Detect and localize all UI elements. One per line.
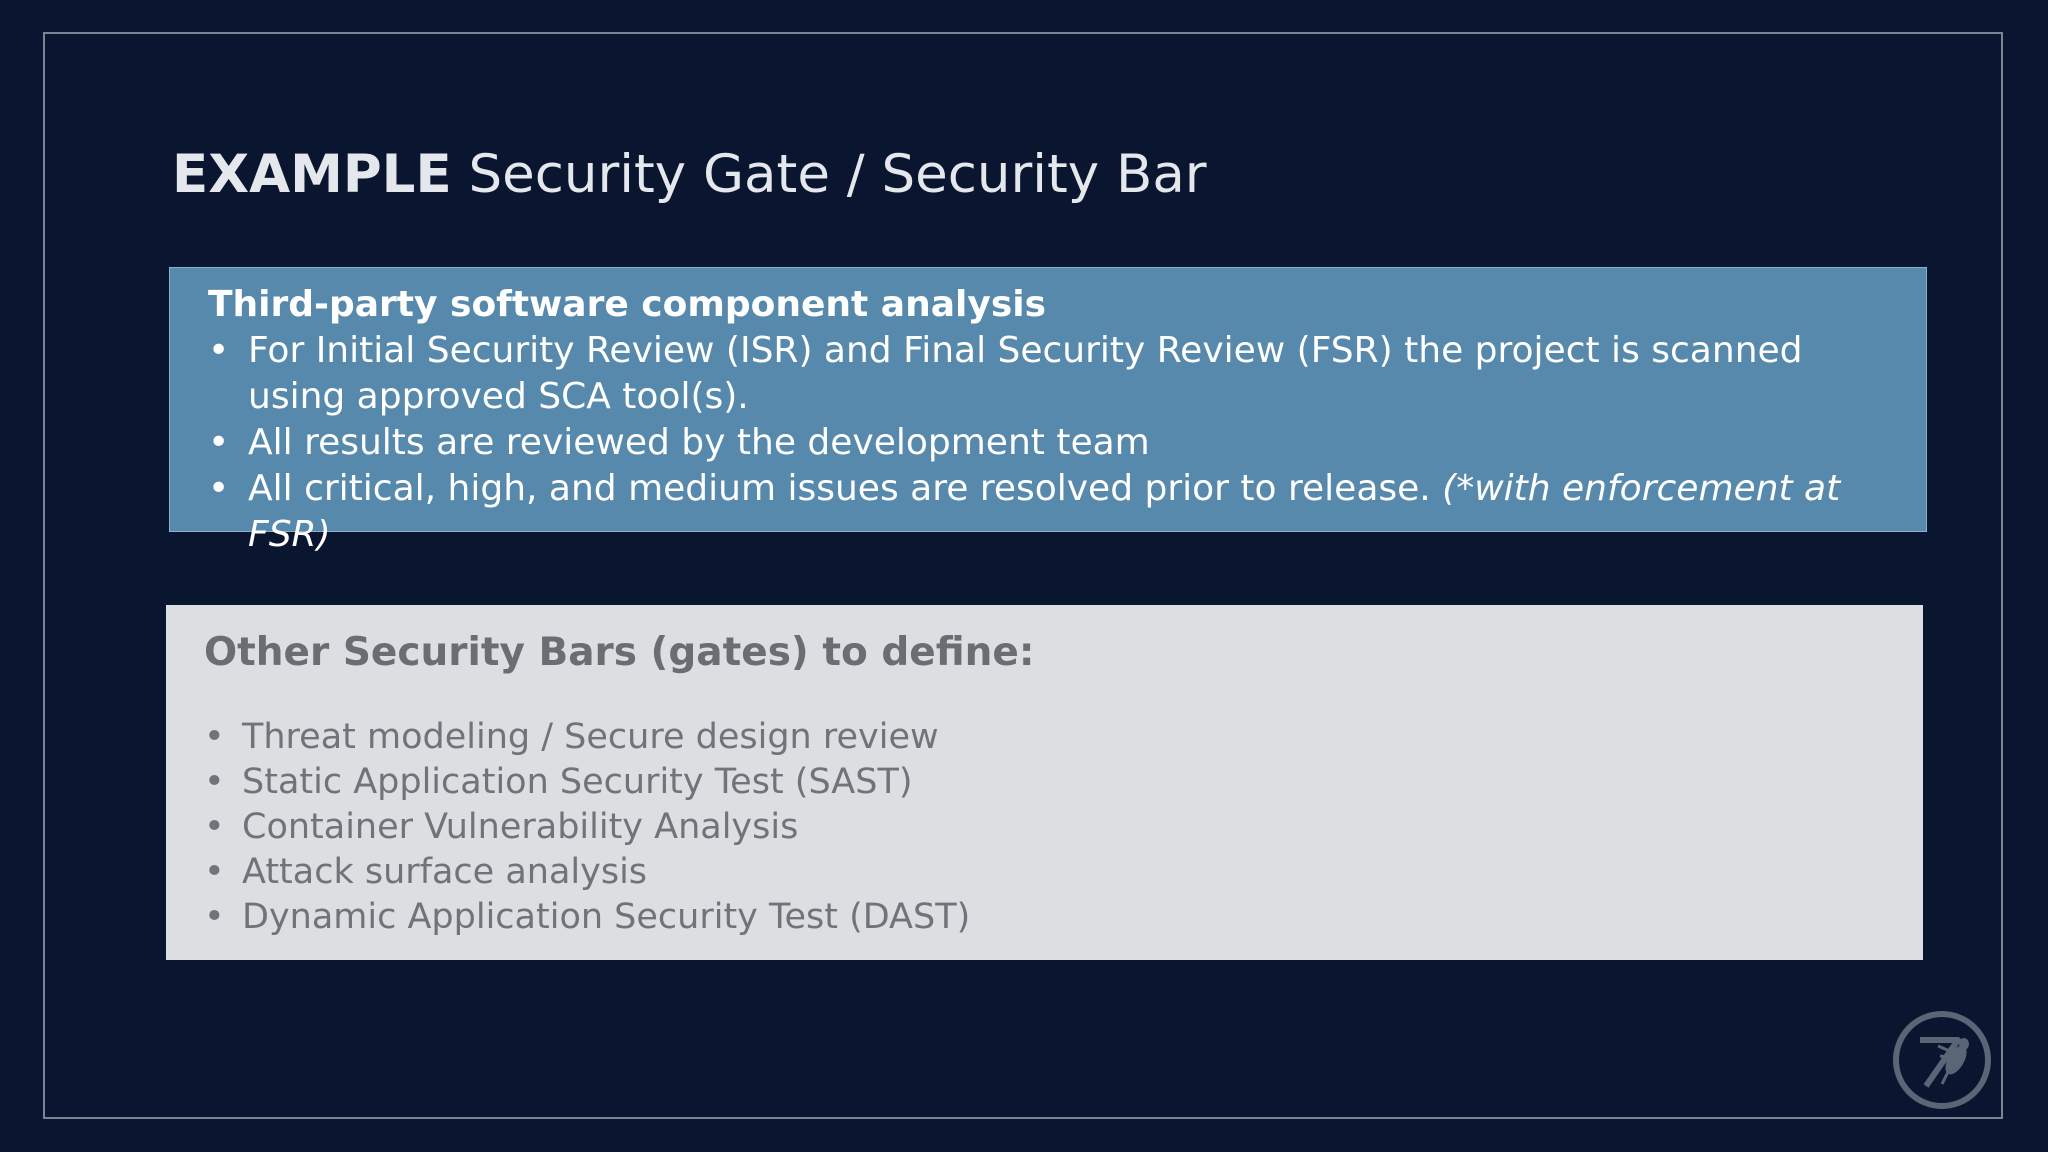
other-gates-item: Container Vulnerability Analysis — [204, 805, 1885, 850]
other-gates-list: Threat modeling / Secure design review S… — [204, 715, 1885, 940]
other-gates-item: Dynamic Application Security Test (DAST) — [204, 895, 1885, 940]
sca-gate-box: Third-party software component analysis … — [169, 267, 1927, 555]
slide-title: EXAMPLE Security Gate / Security Bar — [172, 138, 1207, 212]
sca-gate-heading: Third-party software component analysis — [208, 284, 1047, 325]
slide-title-rest: Security Gate / Security Bar — [451, 144, 1207, 205]
wasp-logo-icon — [1893, 1011, 1991, 1109]
sca-gate-item: All critical, high, and medium issues ar… — [208, 466, 1888, 558]
other-gates-item: Static Application Security Test (SAST) — [204, 760, 1885, 805]
sca-gate-list: For Initial Security Review (ISR) and Fi… — [208, 328, 1888, 558]
other-gates-item: Attack surface analysis — [204, 850, 1885, 895]
sca-gate-item: All results are reviewed by the developm… — [208, 420, 1888, 466]
other-gates-box: Other Security Bars (gates) to define: T… — [166, 605, 1923, 960]
other-gates-heading: Other Security Bars (gates) to define: — [204, 630, 1035, 675]
other-gates-item: Threat modeling / Secure design review — [204, 715, 1885, 760]
sca-gate-item: For Initial Security Review (ISR) and Fi… — [208, 328, 1888, 420]
slide-title-bold: EXAMPLE — [172, 144, 452, 205]
slide: EXAMPLE Security Gate / Security Bar Thi… — [0, 0, 2048, 1152]
